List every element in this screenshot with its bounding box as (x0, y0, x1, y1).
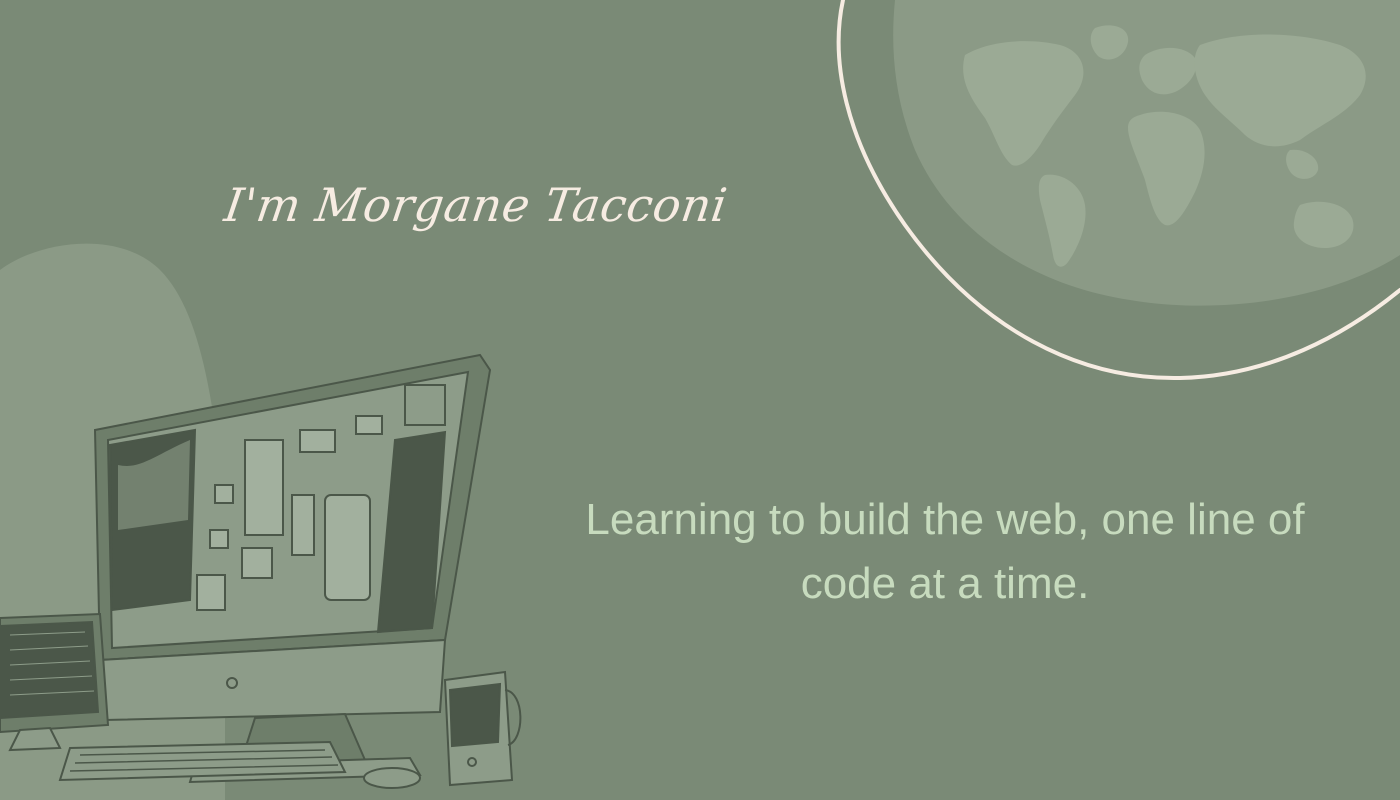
hero-name-heading: I'm Morgane Tacconi (221, 178, 731, 232)
background-illustration (0, 0, 1400, 800)
hero-section: I'm Morgane Tacconi Learning to build th… (0, 0, 1400, 800)
hero-tagline: Learning to build the web, one line of c… (585, 495, 1305, 608)
world-map-icon (893, 0, 1400, 306)
